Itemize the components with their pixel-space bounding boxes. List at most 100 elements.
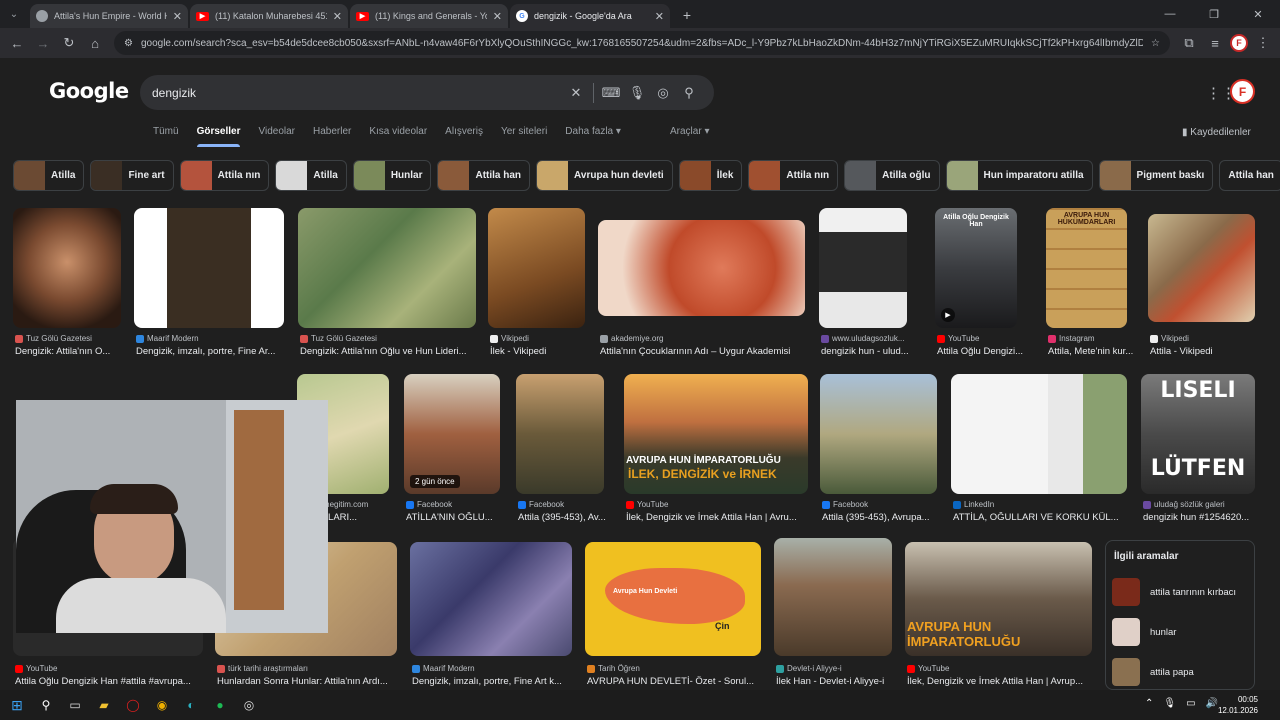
close-tab-icon[interactable]: ✕ — [333, 10, 342, 23]
google-logo[interactable]: Google — [49, 79, 129, 103]
lens-icon[interactable]: ◎ — [650, 85, 676, 101]
new-tab-button[interactable]: + — [676, 4, 698, 26]
result-caption[interactable]: Attila (395-453), Av... — [518, 512, 614, 523]
result-caption[interactable]: Attila - Vikipedi — [1150, 346, 1257, 357]
tab-web[interactable]: Yer siteleri — [501, 126, 547, 147]
account-avatar[interactable]: F — [1230, 79, 1255, 104]
tools-button[interactable]: Araçlar ▾ — [670, 126, 709, 137]
keyboard-icon[interactable]: ⌨ — [598, 85, 624, 101]
chrome-icon[interactable]: ◉ — [150, 693, 174, 717]
minimize-icon[interactable]: — — [1148, 0, 1192, 28]
chip[interactable]: Fine art — [90, 160, 174, 191]
tray-chevron-icon[interactable]: ⌃ — [1145, 698, 1153, 709]
result-caption[interactable]: Attila'nın Çocuklarının Adı – Uygur Akad… — [600, 346, 807, 357]
site-info-icon[interactable]: ⚙ — [124, 38, 133, 49]
result-image[interactable]: AVRUPA HUN İMPARATORLUĞU — [905, 542, 1092, 656]
spotify-icon[interactable]: ● — [208, 693, 232, 717]
result-image[interactable] — [1148, 214, 1255, 322]
opera-icon[interactable]: ◯ — [121, 693, 145, 717]
tab-google-search[interactable]: G dengizik - Google'da Ara ✕ — [510, 4, 670, 28]
result-image[interactable] — [598, 220, 805, 316]
extensions-icon[interactable]: ⧉ — [1178, 32, 1200, 54]
reading-list-icon[interactable]: ≡ — [1204, 32, 1226, 54]
chip[interactable]: İlek — [678, 160, 743, 191]
result-image[interactable] — [298, 208, 476, 328]
search-input[interactable] — [152, 85, 563, 100]
microphone-icon[interactable]: 🎙 — [1163, 698, 1176, 709]
menu-icon[interactable]: ⋮ — [1252, 32, 1274, 54]
related-item[interactable]: attila tanrının kırbacı — [1106, 572, 1254, 612]
result-caption[interactable]: ATTİLA, OĞULLARI VE KORKU KÜL... — [953, 512, 1129, 523]
result-caption[interactable]: İlek, Dengizik ve İrnek Attila Han | Avr… — [626, 512, 810, 523]
bookmark-star-icon[interactable]: ☆ — [1151, 38, 1160, 49]
address-bar[interactable]: ⚙ google.com/search?sca_esv=b54de5dcee8c… — [114, 31, 1170, 55]
chip[interactable]: Hun imparatoru atilla — [945, 160, 1093, 191]
chip[interactable]: Pigment baskı — [1098, 160, 1214, 191]
result-image[interactable] — [516, 374, 604, 494]
search-icon[interactable]: ⚲ — [676, 85, 702, 101]
result-caption[interactable]: ATİLLA'NIN OĞLU... — [406, 512, 502, 523]
file-explorer-icon[interactable]: ▰ — [92, 693, 116, 717]
edge-icon[interactable]: ◐ — [179, 693, 203, 717]
tab-world-history[interactable]: Attila's Hun Empire - World Hi ✕ — [30, 4, 188, 28]
tab-images[interactable]: Görseller — [196, 126, 240, 147]
result-image[interactable] — [774, 538, 892, 656]
forward-icon[interactable]: → — [32, 32, 54, 54]
result-image[interactable] — [134, 208, 284, 328]
result-caption[interactable]: Dengizik: Attila'nın O... — [15, 346, 123, 357]
chip[interactable]: Atilla — [275, 160, 347, 191]
result-image[interactable] — [820, 374, 937, 494]
result-image[interactable]: AVRUPA HUN İMPARATORLUĞU İLEK, DENGİZİK … — [624, 374, 808, 494]
result-caption[interactable]: Dengizik, imzalı, portre, Fine Art k... — [412, 676, 574, 687]
result-image[interactable] — [488, 208, 585, 328]
tab-more[interactable]: Daha fazla ▾ — [565, 126, 621, 147]
close-tab-icon[interactable]: ✕ — [655, 10, 664, 23]
tab-search-icon[interactable]: ⌄ — [0, 0, 28, 28]
related-item[interactable]: attila papa — [1106, 652, 1254, 689]
result-image[interactable] — [410, 542, 572, 656]
back-icon[interactable]: ← — [6, 32, 28, 54]
result-caption[interactable]: Attila, Mete'nin kur... — [1048, 346, 1144, 357]
chip[interactable]: Atilla oğlu — [844, 160, 940, 191]
chip[interactable]: Atilla — [13, 160, 85, 191]
result-image[interactable]: AVRUPA HUN HÜKÜMDARLARI — [1046, 208, 1127, 328]
network-icon[interactable]: ▭ — [1186, 698, 1195, 709]
chip[interactable]: Avrupa hun devleti — [536, 160, 673, 191]
tab-katalon[interactable]: ▶ (11) Katalon Muharebesi 451 - ✕ — [190, 4, 348, 28]
result-caption[interactable]: İlek, Dengizik ve İrnek Attila Han | Avr… — [907, 676, 1094, 687]
maximize-icon[interactable]: ❐ — [1192, 0, 1236, 28]
tab-news[interactable]: Haberler — [313, 126, 351, 147]
home-icon[interactable]: ⌂ — [84, 32, 106, 54]
reload-icon[interactable]: ↻ — [58, 32, 80, 54]
result-caption[interactable]: Dengizik, imzalı, portre, Fine Ar... — [136, 346, 286, 357]
result-image[interactable]: Avrupa Hun Devleti Çin — [585, 542, 761, 656]
saved-button[interactable]: ▮ Kaydedilenler — [1182, 127, 1251, 138]
microphone-icon[interactable]: 🎙 — [624, 85, 650, 101]
result-caption[interactable]: Dengizik: Attila'nın Oğlu ve Hun Lideri.… — [300, 346, 485, 357]
result-caption[interactable]: İlek Han - Devlet-i Aliyye-i — [776, 676, 894, 687]
search-icon[interactable]: ⚲ — [34, 693, 58, 717]
volume-icon[interactable]: 🔊 — [1206, 698, 1218, 709]
result-image[interactable]: 2 gün önce — [404, 374, 500, 494]
result-caption[interactable]: Attila (395-453), Avrupa... — [822, 512, 939, 523]
windows-start-icon[interactable]: ⊞ — [5, 693, 29, 717]
tab-shopping[interactable]: Alışveriş — [445, 126, 483, 147]
result-caption[interactable]: dengizik hun #1254620... — [1143, 512, 1257, 523]
result-caption[interactable]: Attila Oğlu Dengizik Han #attila #avrupa… — [15, 676, 205, 687]
obs-icon[interactable]: ◎ — [237, 693, 261, 717]
result-image[interactable] — [819, 208, 907, 328]
close-window-icon[interactable]: ✕ — [1236, 0, 1280, 28]
clear-icon[interactable]: ✕ — [563, 85, 589, 101]
tab-all[interactable]: Tümü — [153, 126, 179, 147]
profile-avatar[interactable]: F — [1230, 34, 1248, 52]
result-caption[interactable]: Hunlardan Sonra Hunlar: Attila'nın Ardı.… — [217, 676, 399, 687]
taskbar-clock[interactable]: 00:05 12.01.2026 — [1218, 694, 1258, 716]
result-caption[interactable]: İlek - Vikipedi — [490, 346, 587, 357]
related-item[interactable]: hunlar — [1106, 612, 1254, 652]
result-image[interactable] — [951, 374, 1127, 494]
task-view-icon[interactable]: ▭ — [63, 693, 87, 717]
tab-short-videos[interactable]: Kısa videolar — [369, 126, 427, 147]
result-image[interactable] — [13, 208, 121, 328]
chip[interactable]: Attila nın — [748, 160, 839, 191]
chip[interactable]: Attila nın — [179, 160, 270, 191]
